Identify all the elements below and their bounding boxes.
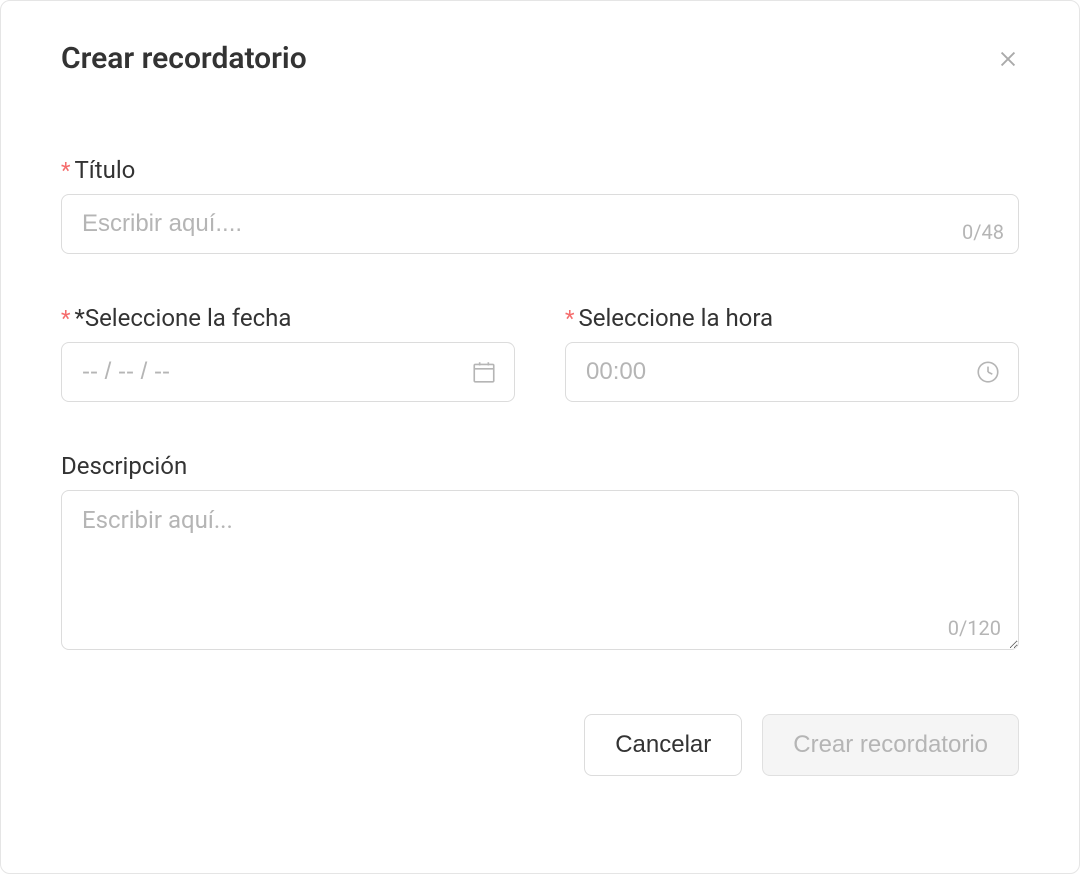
- create-reminder-modal: Crear recordatorio *Título 0/48 **Selecc…: [0, 0, 1080, 874]
- time-label: *Seleccione la hora: [565, 304, 1019, 332]
- title-input-wrapper: 0/48: [61, 194, 1019, 254]
- time-input[interactable]: [565, 342, 1019, 402]
- date-input[interactable]: [61, 342, 515, 402]
- required-asterisk: *: [61, 307, 70, 332]
- date-field-group: **Seleccione la fecha: [61, 304, 515, 402]
- description-input[interactable]: [61, 490, 1019, 650]
- modal-header: Crear recordatorio: [61, 41, 1019, 76]
- description-label: Descripción: [61, 452, 1019, 480]
- create-reminder-button[interactable]: Crear recordatorio: [762, 714, 1019, 776]
- description-field-group: Descripción 0/120: [61, 452, 1019, 654]
- time-field-group: *Seleccione la hora: [565, 304, 1019, 402]
- time-label-text: Seleccione la hora: [578, 304, 773, 332]
- date-label-text: *Seleccione la fecha: [74, 304, 291, 332]
- title-char-counter: 0/48: [962, 220, 1004, 244]
- close-icon[interactable]: [997, 48, 1019, 70]
- calendar-icon[interactable]: [471, 359, 497, 385]
- title-label-text: Título: [74, 156, 135, 184]
- required-asterisk: *: [61, 159, 70, 184]
- time-picker-wrapper: [565, 342, 1019, 402]
- modal-title: Crear recordatorio: [61, 41, 307, 76]
- date-picker-wrapper: [61, 342, 515, 402]
- clock-icon[interactable]: [975, 359, 1001, 385]
- description-char-counter: 0/120: [948, 616, 1001, 640]
- title-field-group: *Título 0/48: [61, 156, 1019, 254]
- cancel-button[interactable]: Cancelar: [584, 714, 742, 776]
- title-label: *Título: [61, 156, 1019, 184]
- title-input[interactable]: [61, 194, 1019, 254]
- date-time-row: **Seleccione la fecha *Seleccione la hor…: [61, 304, 1019, 402]
- modal-footer: Cancelar Crear recordatorio: [61, 714, 1019, 776]
- description-textarea-wrapper: 0/120: [61, 490, 1019, 654]
- required-asterisk: *: [565, 307, 574, 332]
- date-label: **Seleccione la fecha: [61, 304, 515, 332]
